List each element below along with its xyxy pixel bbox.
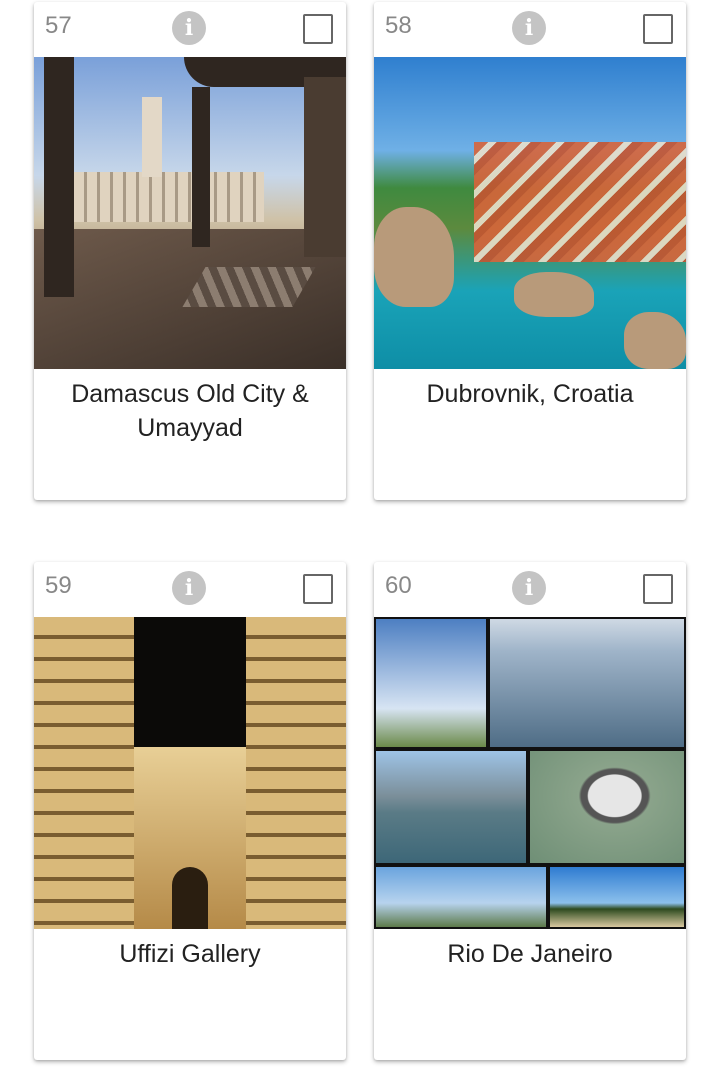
collage-sugarloaf xyxy=(376,867,546,927)
card-photo[interactable] xyxy=(34,617,346,929)
gallery-right-wing xyxy=(246,617,346,929)
island-rock xyxy=(514,272,594,317)
column-left xyxy=(44,57,74,297)
card-photo[interactable] xyxy=(374,617,686,929)
select-checkbox[interactable] xyxy=(303,574,333,604)
card-title: Rio De Janeiro xyxy=(447,940,613,968)
building-shape xyxy=(74,172,264,222)
gallery-arch xyxy=(172,867,208,929)
column-mid xyxy=(192,87,210,247)
card-number: 57 xyxy=(45,12,72,39)
gallery-left-wing xyxy=(34,617,134,929)
place-card[interactable]: 59 i Uffizi Gallery xyxy=(34,562,346,1060)
card-title: Dubrovnik, Croatia xyxy=(426,380,634,408)
place-card[interactable]: 58 i Dubrovnik, Croatia xyxy=(374,2,686,500)
select-checkbox[interactable] xyxy=(303,14,333,44)
collage-bridge xyxy=(490,619,684,747)
card-photo[interactable] xyxy=(374,57,686,369)
info-icon[interactable]: i xyxy=(512,11,546,45)
cliff-rock xyxy=(374,207,454,307)
card-number: 59 xyxy=(45,572,72,599)
info-icon[interactable]: i xyxy=(172,11,206,45)
place-card[interactable]: 57 i Damascus Old City & Umayyad xyxy=(34,2,346,500)
collage-stadium xyxy=(530,751,684,863)
collage-palms xyxy=(550,867,684,927)
select-checkbox[interactable] xyxy=(643,574,673,604)
mosaic-floor xyxy=(182,267,316,307)
collage-christ-statue xyxy=(376,619,486,747)
card-title: Uffizi Gallery xyxy=(119,940,261,968)
column-right xyxy=(304,77,346,257)
shore-rock xyxy=(624,312,686,369)
info-icon[interactable]: i xyxy=(172,571,206,605)
select-checkbox[interactable] xyxy=(643,14,673,44)
minaret-shape xyxy=(142,97,162,177)
place-card[interactable]: 60 i Rio De Janeiro xyxy=(374,562,686,1060)
info-icon[interactable]: i xyxy=(512,571,546,605)
collage-skyline xyxy=(376,751,526,863)
card-title: Damascus Old City & Umayyad xyxy=(71,380,309,442)
card-number: 60 xyxy=(385,572,412,599)
town-roofs xyxy=(474,142,686,262)
card-photo[interactable] xyxy=(34,57,346,369)
card-number: 58 xyxy=(385,12,412,39)
